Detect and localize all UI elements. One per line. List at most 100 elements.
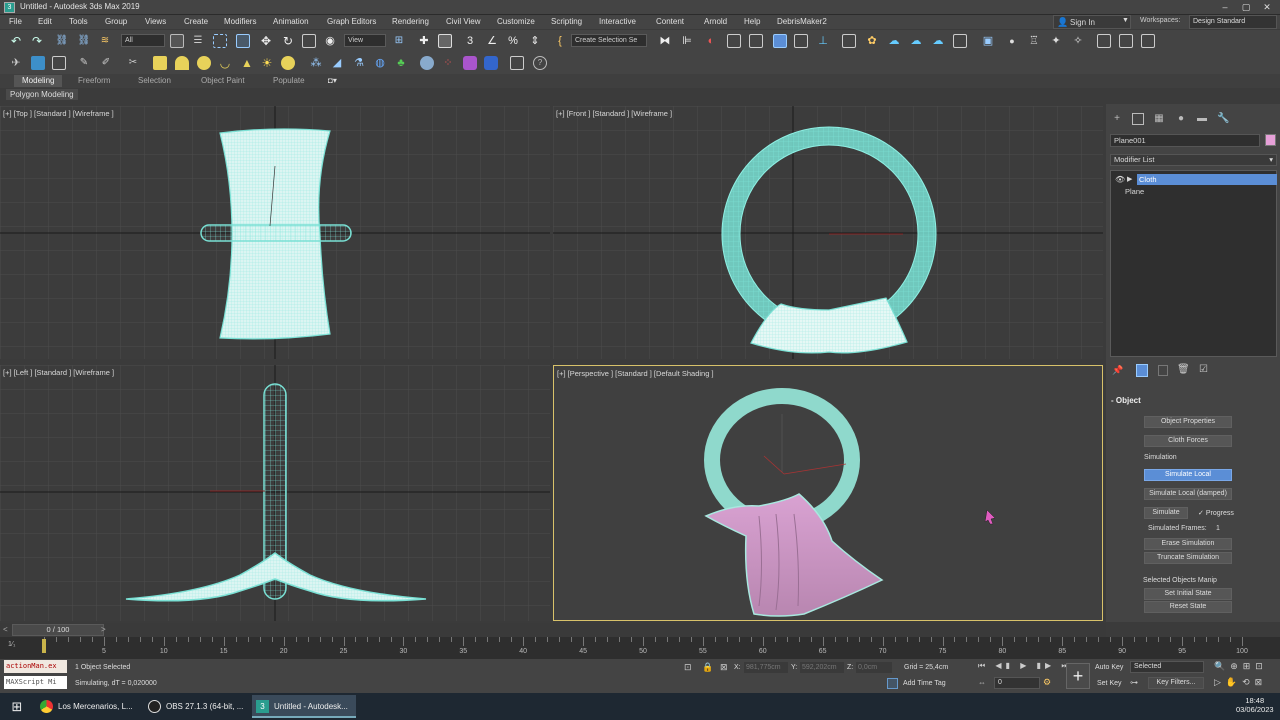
object-properties-button[interactable]: Object Properties bbox=[1144, 416, 1232, 428]
truncate-simulation-button[interactable]: Truncate Simulation bbox=[1144, 552, 1232, 564]
selection-filter[interactable]: All bbox=[121, 34, 165, 47]
current-frame-field[interactable]: 0 bbox=[994, 677, 1040, 689]
named-selection-sets[interactable]: Create Selection Se bbox=[571, 34, 647, 47]
placement-icon[interactable]: ◉ bbox=[323, 34, 337, 48]
current-frame-marker[interactable] bbox=[42, 639, 46, 653]
menu-edit[interactable]: Edit bbox=[38, 17, 52, 26]
simulate-local-button[interactable]: Simulate Local bbox=[1144, 469, 1232, 481]
hierarchy-tab-icon[interactable]: ▦ bbox=[1153, 113, 1165, 125]
menu-create[interactable]: Create bbox=[184, 17, 208, 26]
select-by-name-icon[interactable]: ☰ bbox=[191, 34, 205, 48]
viewport-label-front[interactable]: [+] [Front ] [Standard ] [Wireframe ] bbox=[556, 109, 672, 118]
hemisphere-primitive-icon[interactable] bbox=[175, 56, 189, 70]
edit-named-selection-icon[interactable]: { bbox=[553, 34, 567, 48]
viewport-perspective[interactable]: [+] [Perspective ] [Standard ] [Default … bbox=[553, 365, 1103, 621]
add-time-tag[interactable]: Add Time Tag bbox=[903, 680, 946, 687]
maxscript-mini-listener[interactable]: MAXScript Mi bbox=[4, 676, 67, 689]
stack-item-cloth[interactable]: 👁 ▶ Cloth bbox=[1113, 174, 1277, 185]
display-tab-icon[interactable]: ▬ bbox=[1196, 113, 1208, 125]
cone-primitive-icon[interactable]: ▲ bbox=[240, 56, 254, 70]
reference-coordinate-system[interactable]: View bbox=[344, 34, 386, 47]
modifier-list-dropdown[interactable]: Modifier List ▾ bbox=[1110, 154, 1277, 166]
link-icon[interactable]: ⛓ bbox=[55, 34, 69, 48]
move-icon[interactable]: ✥ bbox=[259, 34, 273, 48]
sphere-primitive-icon[interactable] bbox=[197, 56, 211, 70]
clipboard-icon[interactable] bbox=[510, 56, 524, 70]
pin-stack-icon[interactable]: 📌 bbox=[1112, 365, 1123, 376]
viewport-front[interactable]: [+] [Front ] [Standard ] [Wireframe ] bbox=[553, 106, 1103, 359]
reset-state-button[interactable]: Reset State bbox=[1144, 601, 1232, 613]
workspace-select[interactable]: Design Standard bbox=[1189, 15, 1277, 29]
percent-snap-icon[interactable]: % bbox=[506, 34, 520, 48]
select-object-icon[interactable] bbox=[170, 34, 184, 48]
viewport-left[interactable]: [+] [Left ] [Standard ] [Wireframe ] bbox=[0, 365, 550, 621]
snaps-toggle-icon[interactable]: 3 bbox=[463, 34, 477, 48]
sun-light-icon[interactable]: ☀ bbox=[260, 56, 274, 70]
key-filters-button[interactable]: Key Filters... bbox=[1148, 677, 1204, 689]
torus-primitive-icon[interactable]: ◡ bbox=[218, 56, 232, 70]
taskbar-obs[interactable]: OBS 27.1.3 (64-bit, ... bbox=[144, 695, 248, 718]
menu-debrismaker2[interactable]: DebrisMaker2 bbox=[777, 17, 827, 26]
render-production-icon[interactable]: ☁ bbox=[887, 34, 901, 48]
scene-explorer-icon[interactable] bbox=[31, 56, 45, 70]
tab-modeling[interactable]: Modeling bbox=[14, 75, 63, 87]
object-name-field[interactable]: Plane001 bbox=[1110, 134, 1260, 147]
stack-item-plane[interactable]: Plane bbox=[1113, 186, 1275, 197]
create-tab-icon[interactable]: + bbox=[1111, 113, 1123, 125]
polygon-modeling-panel[interactable]: Polygon Modeling bbox=[6, 89, 78, 100]
brush-settings-icon[interactable]: ✂ bbox=[126, 56, 140, 70]
viewport-label-top[interactable]: [+] [Top ] [Standard ] [Wireframe ] bbox=[3, 109, 114, 118]
system-clock[interactable]: 18:48 03/06/2023 bbox=[1236, 696, 1274, 714]
sphere-light-icon[interactable] bbox=[281, 56, 295, 70]
help-icon[interactable]: ? bbox=[533, 56, 547, 70]
render-in-cloud-icon[interactable] bbox=[953, 34, 967, 48]
globe-icon[interactable]: ◍ bbox=[373, 56, 387, 70]
bind-space-warp-icon[interactable]: ≋ bbox=[98, 34, 112, 48]
render-setup-icon[interactable] bbox=[842, 34, 856, 48]
foliage-icon[interactable]: ♣ bbox=[394, 56, 408, 70]
close-button[interactable]: ✕ bbox=[1257, 1, 1277, 13]
curve-editor-icon[interactable] bbox=[773, 34, 787, 48]
scale-icon[interactable] bbox=[302, 34, 316, 48]
next-frame-icon[interactable]: > bbox=[101, 625, 106, 634]
object-color-swatch[interactable] bbox=[1265, 134, 1276, 146]
snap-tool-icon[interactable]: ✈ bbox=[9, 56, 23, 70]
remove-modifier-icon[interactable]: 🗑 bbox=[1177, 364, 1190, 375]
progress-checkbox[interactable]: ✓ Progress bbox=[1198, 509, 1234, 517]
viewport-label-perspective[interactable]: [+] [Perspective ] [Standard ] [Default … bbox=[557, 369, 714, 378]
time-tag-icon[interactable] bbox=[887, 678, 898, 689]
rectangular-selection-icon[interactable] bbox=[213, 34, 227, 48]
y-coordinate-field[interactable]: 592,202cm bbox=[800, 662, 844, 673]
redo-icon[interactable]: ↷ bbox=[30, 34, 44, 48]
motion-tab-icon[interactable]: ● bbox=[1175, 113, 1187, 125]
a360-icon[interactable]: ▣ bbox=[981, 34, 995, 48]
sign-in-dropdown[interactable]: 👤 Sign In ▼ bbox=[1053, 15, 1131, 29]
layer-explorer-icon[interactable] bbox=[727, 34, 741, 48]
render-iterative-icon[interactable]: ☁ bbox=[909, 34, 923, 48]
eye-icon[interactable]: 👁 bbox=[1115, 174, 1125, 185]
keyboard-shortcut-override-icon[interactable] bbox=[438, 34, 452, 48]
arnold-tool-icon[interactable]: ✧ bbox=[1071, 34, 1085, 48]
track-bar-toggle-icon[interactable]: 1⁄₁ bbox=[8, 641, 15, 648]
menu-views[interactable]: Views bbox=[145, 17, 166, 26]
material-map-icon[interactable]: ⁘ bbox=[441, 56, 455, 70]
arnold-shirt-icon[interactable]: ♖ bbox=[1027, 34, 1041, 48]
configure-modifier-sets-icon[interactable]: ☑ bbox=[1199, 364, 1208, 375]
menu-interactive[interactable]: Interactive bbox=[599, 17, 636, 26]
brush-icon[interactable]: ✐ bbox=[99, 56, 113, 70]
menu-file[interactable]: File bbox=[9, 17, 22, 26]
tab-populate[interactable]: Populate bbox=[265, 75, 313, 87]
unlink-icon[interactable]: ⛓ bbox=[77, 34, 91, 48]
rendered-frame-window-icon[interactable]: ✿ bbox=[865, 34, 879, 48]
debris-icon-2[interactable] bbox=[1119, 34, 1133, 48]
utilities-tab-icon[interactable]: 🔧 bbox=[1217, 113, 1229, 125]
set-key-button[interactable]: Set Key bbox=[1097, 678, 1125, 689]
selection-lock-icon[interactable]: 🔒 bbox=[702, 662, 713, 673]
viewport-top[interactable]: [+] [Top ] [Standard ] [Wireframe ] bbox=[0, 106, 550, 359]
erase-simulation-button[interactable]: Erase Simulation bbox=[1144, 538, 1232, 550]
windows-start-icon[interactable]: ⊞ bbox=[6, 695, 28, 718]
simulate-button[interactable]: Simulate bbox=[1144, 507, 1188, 519]
key-filter-toggle-icon[interactable]: ⊶ bbox=[1130, 678, 1138, 687]
paint-icon[interactable]: ✎ bbox=[77, 56, 91, 70]
undo-icon[interactable]: ↶ bbox=[9, 34, 23, 48]
